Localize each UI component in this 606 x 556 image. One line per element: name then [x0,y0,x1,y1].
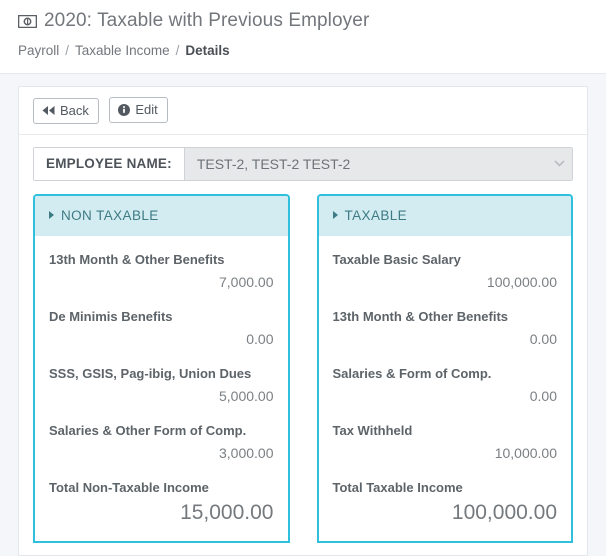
chevron-down-icon [546,160,572,167]
table-row: Salaries & Form of Comp. 0.00 [333,364,558,407]
table-row: SSS, GSIS, Pag-ibig, Union Dues 5,000.00 [49,364,274,407]
row-label: Total Taxable Income [332,479,463,495]
caret-right-icon [332,211,338,219]
edit-button[interactable]: Edit [109,97,168,123]
row-label: 13th Month & Other Benefits [49,251,225,267]
table-row: 13th Month & Other Benefits 7,000.00 [49,250,274,293]
panel-taxable-header[interactable]: TAXABLE [318,195,571,236]
page-title: 2020: Taxable with Previous Employer [18,8,606,34]
table-row: Salaries & Other Form of Comp. 3,000.00 [49,421,274,464]
row-value: 5,000.00 [219,387,274,404]
back-button[interactable]: Back [33,97,99,124]
row-label: 13th Month & Other Benefits [332,308,509,324]
breadcrumb-separator: / [175,43,180,58]
breadcrumb: Payroll / Taxable Income / Details [18,43,606,58]
form-area: EMPLOYEE NAME: TEST-2, TEST-2 TEST-2 NON… [19,135,587,543]
row-label: Tax Withheld [332,422,413,438]
table-row-total: Total Non-Taxable Income 15,000.00 [49,478,274,527]
employee-name-value: TEST-2, TEST-2 TEST-2 [196,155,351,172]
panel-taxable-body: Taxable Basic Salary 100,000.00 13th Mon… [319,236,572,527]
row-label: SSS, GSIS, Pag-ibig, Union Dues [49,365,252,381]
details-card: Back Edit EMPLOYEE NAME: TEST-2, TEST-2 … [18,86,588,556]
panel-non-taxable: NON TAXABLE 13th Month & Other Benefits … [33,193,290,543]
panel-non-taxable-body: 13th Month & Other Benefits 7,000.00 De … [35,236,288,527]
row-value: 3,000.00 [219,444,274,461]
table-row: 13th Month & Other Benefits 0.00 [333,307,558,350]
content-area: Back Edit EMPLOYEE NAME: TEST-2, TEST-2 … [0,74,606,556]
employee-name-select[interactable]: TEST-2, TEST-2 TEST-2 [184,147,572,180]
row-value: 15,000.00 [180,500,274,524]
page-header: 2020: Taxable with Previous Employer Pay… [0,0,606,74]
edit-button-label: Edit [135,102,158,117]
row-value: 10,000.00 [494,444,557,461]
row-value: 100,000.00 [486,273,557,290]
row-value: 100,000.00 [451,500,557,524]
table-row: De Minimis Benefits 0.00 [49,307,274,350]
panel-non-taxable-header[interactable]: NON TAXABLE [35,195,288,236]
row-label: Total Non-Taxable Income [49,479,209,495]
row-value: 7,000.00 [219,273,274,290]
panel-non-taxable-title: NON TAXABLE [61,207,159,223]
money-bill-icon [18,14,37,28]
row-label: De Minimis Benefits [49,308,173,324]
row-label: Salaries & Form of Comp. [332,365,492,381]
page-title-text: 2020: Taxable with Previous Employer [44,10,370,31]
panel-taxable: TAXABLE Taxable Basic Salary 100,000.00 … [316,193,573,543]
table-row-total: Total Taxable Income 100,000.00 [333,478,558,527]
table-row: Taxable Basic Salary 100,000.00 [333,250,558,293]
employee-name-field: EMPLOYEE NAME: TEST-2, TEST-2 TEST-2 [33,146,573,181]
breadcrumb-separator: / [65,43,70,58]
panel-taxable-title: TAXABLE [344,207,408,223]
breadcrumb-item-payroll[interactable]: Payroll [18,43,59,58]
row-label: Taxable Basic Salary [332,251,461,267]
row-value: 0.00 [246,330,274,347]
breadcrumb-item-taxable-income[interactable]: Taxable Income [75,43,170,58]
caret-right-icon [49,211,54,219]
info-circle-icon [118,104,131,116]
row-label: Salaries & Other Form of Comp. [49,422,247,438]
breadcrumb-item-details: Details [185,43,230,58]
panels-container: NON TAXABLE 13th Month & Other Benefits … [33,193,573,543]
row-value: 0.00 [529,387,557,404]
employee-name-label: EMPLOYEE NAME: [34,147,185,180]
row-value: 0.00 [529,330,557,347]
back-button-label: Back [60,102,89,118]
table-row: Tax Withheld 10,000.00 [333,421,558,464]
fast-backward-icon [42,105,55,116]
toolbar: Back Edit [19,87,587,135]
